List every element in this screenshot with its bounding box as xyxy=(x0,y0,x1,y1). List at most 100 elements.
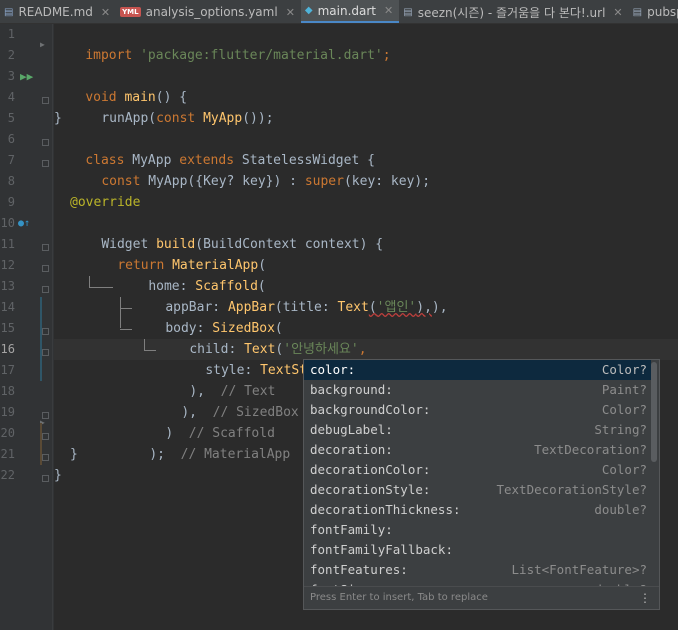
line-number: 8 xyxy=(7,174,15,188)
tab-label: README.md xyxy=(18,5,93,19)
code-token: ; xyxy=(382,48,391,63)
tab-analysis-options[interactable]: YML analysis_options.yaml ✕ xyxy=(116,0,301,23)
line-number: 7 xyxy=(7,153,15,167)
code-token: 'package:flutter/material.dart' xyxy=(140,48,383,63)
completion-item[interactable]: debugLabel: String? xyxy=(304,420,651,440)
code-token: const xyxy=(101,174,141,189)
completion-item[interactable]: background: Paint? xyxy=(304,380,651,400)
completion-type: Color? xyxy=(601,362,647,377)
pubspec-file-icon: ▤ xyxy=(632,6,643,18)
completion-item[interactable]: decoration: TextDecoration? xyxy=(304,440,651,460)
code-token: ); xyxy=(149,447,165,462)
line-number: 10 xyxy=(0,216,15,230)
close-icon[interactable]: ✕ xyxy=(384,4,393,17)
completion-name: color: xyxy=(310,362,356,377)
fold-collapse-icon[interactable] xyxy=(42,139,49,146)
code-token: ( xyxy=(368,300,377,315)
fold-collapse-icon[interactable] xyxy=(42,328,49,335)
line-number-current: 16 xyxy=(0,342,15,356)
markdown-file-icon: ▤ xyxy=(4,6,14,18)
completion-item[interactable]: decorationThickness: double? xyxy=(304,500,651,520)
code-token: @override xyxy=(70,195,141,210)
completion-item[interactable]: decorationStyle: TextDecorationStyle? xyxy=(304,480,651,500)
fold-collapse-icon[interactable] xyxy=(42,454,49,461)
completion-type: Color? xyxy=(601,402,647,417)
completion-type: double? xyxy=(594,502,647,517)
autocomplete-popup[interactable]: color: Color? background: Paint? backgro… xyxy=(303,359,660,610)
completion-name: decoration: xyxy=(310,442,393,457)
tab-label: analysis_options.yaml xyxy=(145,5,278,19)
line-number: 1 xyxy=(7,27,15,41)
completion-type: Color? xyxy=(601,462,647,477)
line-number: 15 xyxy=(0,321,15,335)
run-icon[interactable]: ▶▶ xyxy=(20,66,33,87)
code-token: } xyxy=(70,447,78,462)
line-number: 11 xyxy=(0,237,15,251)
fold-collapse-icon[interactable] xyxy=(42,244,49,251)
close-icon[interactable]: ✕ xyxy=(286,6,295,19)
close-icon[interactable]: ✕ xyxy=(613,6,622,19)
completion-type: TextDecoration? xyxy=(534,442,647,457)
code-token: ()); xyxy=(242,111,274,126)
fold-collapse-icon[interactable] xyxy=(42,160,49,167)
line-number: 17 xyxy=(0,363,15,377)
tab-seezn-url[interactable]: ▤ seezn(시즌) - 즐거움을 다 본다!.url ✕ xyxy=(399,0,628,23)
code-token: super xyxy=(304,174,344,189)
code-token: const xyxy=(156,111,196,126)
tab-readme[interactable]: ▤ README.md ✕ xyxy=(0,0,116,23)
tab-main-dart[interactable]: ◆ main.dart ✕ xyxy=(300,0,400,23)
code-token: runApp( xyxy=(101,111,157,126)
code-token: Text xyxy=(337,300,369,315)
completion-type: Paint? xyxy=(601,382,647,397)
completion-name: debugLabel: xyxy=(310,422,393,437)
line-number: 3 xyxy=(7,69,15,83)
line-number: 22 xyxy=(0,468,15,482)
tab-pubspec[interactable]: ▤ pubspe xyxy=(629,0,678,23)
line-number: 12 xyxy=(0,258,15,272)
code-token: (title: xyxy=(274,300,338,315)
fold-expand-icon[interactable]: ▶ xyxy=(40,34,45,55)
fold-collapse-icon[interactable] xyxy=(42,97,49,104)
code-token: , xyxy=(358,342,367,357)
scope-indicator xyxy=(40,423,42,465)
code-token: (key: key); xyxy=(343,174,431,189)
fold-collapse-icon[interactable] xyxy=(42,286,49,293)
override-method-icon[interactable]: ●↑ xyxy=(18,213,30,234)
code-token: MyApp({Key? key}) : xyxy=(148,174,305,189)
completion-name: fontFamily: xyxy=(310,522,393,537)
line-number: 2 xyxy=(7,48,15,62)
code-token: import xyxy=(85,48,133,63)
line-number: 13 xyxy=(0,279,15,293)
completion-item[interactable]: decorationColor: Color? xyxy=(304,460,651,480)
popup-footer: Press Enter to insert, Tab to replace ⋮ xyxy=(304,586,659,609)
code-comment: // MaterialApp xyxy=(180,447,291,462)
code-token: '앱인' xyxy=(376,300,417,315)
code-token: } xyxy=(54,111,62,126)
completion-item[interactable]: fontFamily: xyxy=(304,520,651,540)
fold-collapse-icon[interactable] xyxy=(42,349,49,356)
completion-name: decorationColor: xyxy=(310,462,431,477)
line-number: 14 xyxy=(0,300,15,314)
completion-type: List<FontFeature>? xyxy=(511,562,647,577)
completion-item[interactable]: fontFamilyFallback: xyxy=(304,540,651,560)
fold-collapse-icon[interactable] xyxy=(42,475,49,482)
close-icon[interactable]: ✕ xyxy=(101,6,110,19)
more-vertical-icon[interactable]: ⋮ xyxy=(639,587,651,609)
url-file-icon: ▤ xyxy=(403,6,413,18)
code-token: ), xyxy=(431,300,448,315)
completion-item[interactable]: color: Color? xyxy=(304,360,651,380)
line-number: 19 xyxy=(0,405,15,419)
editor-tab-bar: ▤ README.md ✕ YML analysis_options.yaml … xyxy=(0,0,678,24)
tab-label: seezn(시즌) - 즐거움을 다 본다!.url xyxy=(417,5,606,20)
line-number: 20 xyxy=(0,426,15,440)
fold-collapse-icon[interactable] xyxy=(42,265,49,272)
gutter-divider xyxy=(52,24,53,630)
popup-hint: Press Enter to insert, Tab to replace xyxy=(310,592,488,603)
tab-label: main.dart xyxy=(317,3,377,18)
fold-collapse-icon[interactable] xyxy=(42,433,49,440)
completion-item[interactable]: backgroundColor: Color? xyxy=(304,400,651,420)
popup-scrollbar[interactable] xyxy=(651,362,657,462)
line-number: 5 xyxy=(7,111,15,125)
completion-name: fontFamilyFallback: xyxy=(310,542,453,557)
completion-item[interactable]: fontFeatures: List<FontFeature>? xyxy=(304,560,651,580)
